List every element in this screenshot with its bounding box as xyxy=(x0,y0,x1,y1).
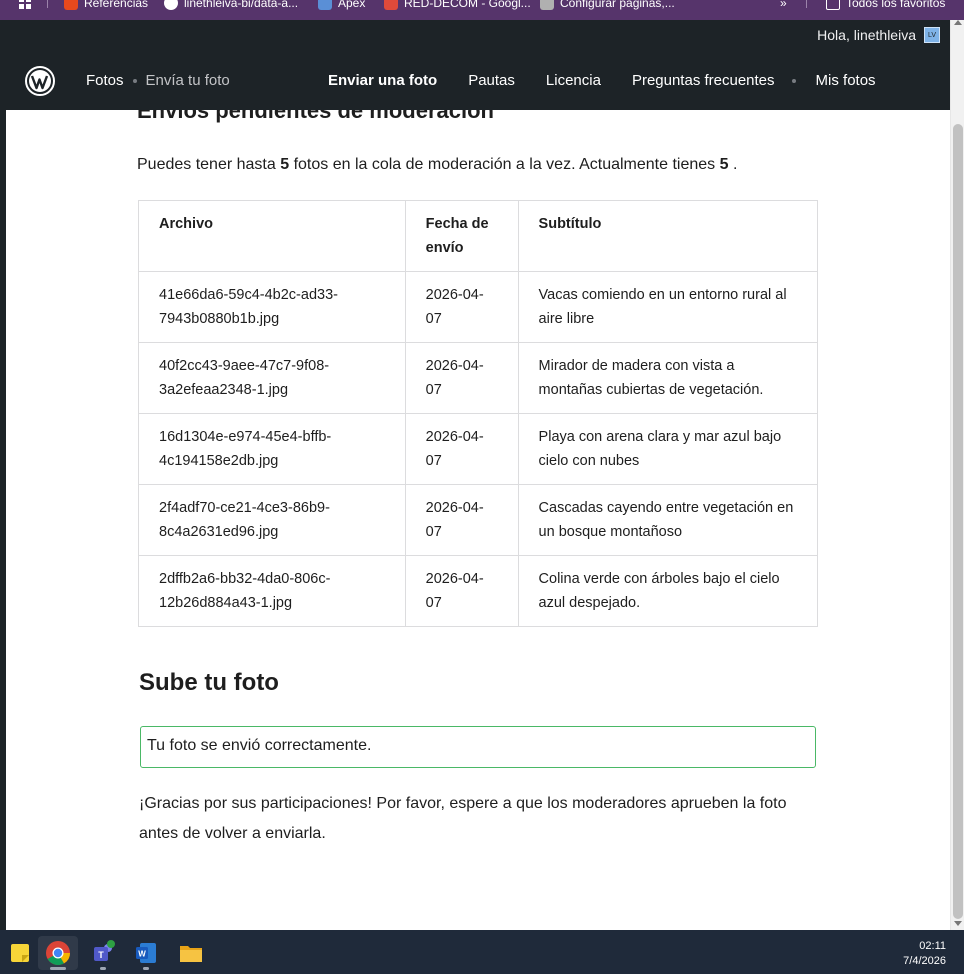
success-notice: Tu foto se envió correctamente. xyxy=(140,726,816,768)
main-menu: Enviar una foto Pautas Licencia Pregunta… xyxy=(328,72,907,89)
bookmark-item[interactable]: Referencias xyxy=(64,0,148,13)
apps-grid-icon[interactable] xyxy=(18,0,32,13)
menu-enviar-foto[interactable]: Enviar una foto xyxy=(328,72,437,89)
date-cell: 2026-04-07 xyxy=(404,555,519,627)
table-row: 16d1304e-e974-45e4-bffb-4c194158e2db.jpg… xyxy=(138,413,819,485)
all-bookmarks[interactable]: Todos los favoritos xyxy=(826,0,945,13)
menu-preguntas-frecuentes[interactable]: Preguntas frecuentes xyxy=(632,72,775,89)
pending-submissions-table: Archivo Fecha de envío Subtítulo 41e66da… xyxy=(138,200,819,627)
bookmark-item[interactable]: Configurar páginas,... xyxy=(540,0,675,13)
column-header-fecha: Fecha de envío xyxy=(404,200,519,272)
current-count: 5 xyxy=(719,156,729,173)
bookmark-label: Apex xyxy=(338,0,366,10)
bookmark-item[interactable]: linethleiva-bi/data-a... xyxy=(164,0,298,13)
taskbar: T W 02:11 7/4/2026 xyxy=(0,930,964,974)
scroll-down-arrow-icon[interactable] xyxy=(954,921,962,926)
caption-cell: Mirador de madera con vista a montañas c… xyxy=(517,342,819,414)
table-row: 40f2cc43-9aee-47c7-9f08-3a2efeaa2348-1.j… xyxy=(138,342,819,414)
table-row: 41e66da6-59c4-4b2c-ad33-7943b0880b1b.jpg… xyxy=(138,271,819,343)
date-cell: 2026-04-07 xyxy=(404,413,519,485)
teams-icon: T xyxy=(94,940,115,961)
max-count: 5 xyxy=(280,156,290,173)
github-icon xyxy=(164,0,178,10)
file-name-cell: 40f2cc43-9aee-47c7-9f08-3a2efeaa2348-1.j… xyxy=(138,342,406,414)
bookmark-label: Configurar páginas,... xyxy=(560,0,675,10)
sticky-notes-icon xyxy=(11,944,29,962)
breadcrumb-separator xyxy=(132,78,137,83)
wordpress-logo-icon[interactable] xyxy=(25,66,55,96)
table-row: 2f4adf70-ce21-4ce3-86b9-8c4a2631ed96.jpg… xyxy=(138,484,819,556)
date-cell: 2026-04-07 xyxy=(404,271,519,343)
caption-cell: Vacas comiendo en un entorno rural al ai… xyxy=(517,271,819,343)
caption-cell: Colina verde con árboles bajo el cielo a… xyxy=(517,555,819,627)
bookmark-label: RED-DECOM - Googl... xyxy=(404,0,531,10)
table-row: 2dffb2a6-bb32-4da0-806c-12b26d884a43-1.j… xyxy=(138,555,819,627)
folder-icon xyxy=(826,0,840,10)
bookmark-label: Referencias xyxy=(84,0,149,10)
bookmark-label: Todos los favoritos xyxy=(846,0,946,10)
bookmark-favicon-icon xyxy=(540,0,554,10)
chrome-icon xyxy=(46,941,70,966)
bookmark-label: linethleiva-bi/data-a... xyxy=(184,0,299,10)
breadcrumb-fotos[interactable]: Fotos xyxy=(86,72,124,89)
greeting-text: Hola, linethleiva xyxy=(817,27,916,43)
scroll-up-arrow-icon[interactable] xyxy=(954,20,962,25)
svg-text:T: T xyxy=(98,950,104,960)
taskbar-file-explorer[interactable] xyxy=(171,936,211,970)
clock-date: 7/4/2026 xyxy=(903,955,946,967)
taskbar-teams[interactable]: T xyxy=(83,936,123,970)
column-header-archivo: Archivo xyxy=(138,200,406,272)
taskbar-word[interactable]: W xyxy=(126,936,166,970)
more-bookmarks-icon[interactable]: » xyxy=(780,0,787,13)
breadcrumb: Fotos Envía tu foto xyxy=(86,72,230,89)
menu-mis-fotos[interactable]: Mis fotos xyxy=(816,72,876,89)
avatar: LV xyxy=(924,27,940,43)
thanks-message: ¡Gracias por sus participaciones! Por fa… xyxy=(139,795,787,842)
page-scrollbar[interactable] xyxy=(950,20,964,930)
bookmark-favicon-icon xyxy=(318,0,332,10)
breadcrumb-current[interactable]: Envía tu foto xyxy=(146,72,230,89)
table-header-row: Archivo Fecha de envío Subtítulo xyxy=(138,200,819,272)
bookmark-favicon-icon xyxy=(384,0,398,10)
menu-pautas[interactable]: Pautas xyxy=(468,72,515,89)
site-navigation: Fotos Envía tu foto Enviar una foto Paut… xyxy=(6,52,950,110)
word-icon: W xyxy=(136,943,156,963)
taskbar-sticky-notes[interactable] xyxy=(0,936,40,970)
bookmark-favicon-icon xyxy=(64,0,78,10)
system-clock[interactable]: 02:11 7/4/2026 xyxy=(903,939,946,969)
column-header-subtitulo: Subtítulo xyxy=(517,200,819,272)
caption-cell: Cascadas cayendo entre vegetación en un … xyxy=(517,484,819,556)
menu-licencia[interactable]: Licencia xyxy=(546,72,601,89)
svg-text:W: W xyxy=(138,950,146,959)
bookmark-item[interactable]: Apex xyxy=(318,0,365,13)
clock-time: 02:11 xyxy=(919,940,946,952)
account-menu[interactable]: Hola, linethleiva LV xyxy=(817,27,940,43)
file-name-cell: 2f4adf70-ce21-4ce3-86b9-8c4a2631ed96.jpg xyxy=(138,484,406,556)
caption-cell: Playa con arena clara y mar azul bajo ci… xyxy=(517,413,819,485)
admin-bar: Hola, linethleiva LV xyxy=(6,20,950,52)
bookmarks-bar: Referencias linethleiva-bi/data-a... Ape… xyxy=(0,0,964,20)
date-cell: 2026-04-07 xyxy=(404,342,519,414)
main-content: Envíos pendientes de moderación Puedes t… xyxy=(6,110,950,930)
taskbar-chrome[interactable] xyxy=(38,936,78,970)
upload-heading: Sube tu foto xyxy=(139,669,279,696)
queue-intro: Puedes tener hasta 5 fotos en la cola de… xyxy=(137,156,738,173)
file-name-cell: 41e66da6-59c4-4b2c-ad33-7943b0880b1b.jpg xyxy=(138,271,406,343)
file-name-cell: 16d1304e-e974-45e4-bffb-4c194158e2db.jpg xyxy=(138,413,406,485)
file-name-cell: 2dffb2a6-bb32-4da0-806c-12b26d884a43-1.j… xyxy=(138,555,406,627)
scrollbar-thumb[interactable] xyxy=(953,124,963,919)
menu-separator xyxy=(791,78,796,83)
bookmark-item[interactable]: RED-DECOM - Googl... xyxy=(384,0,531,13)
pending-heading: Envíos pendientes de moderación xyxy=(137,110,494,123)
folder-icon xyxy=(180,946,202,962)
date-cell: 2026-04-07 xyxy=(404,484,519,556)
